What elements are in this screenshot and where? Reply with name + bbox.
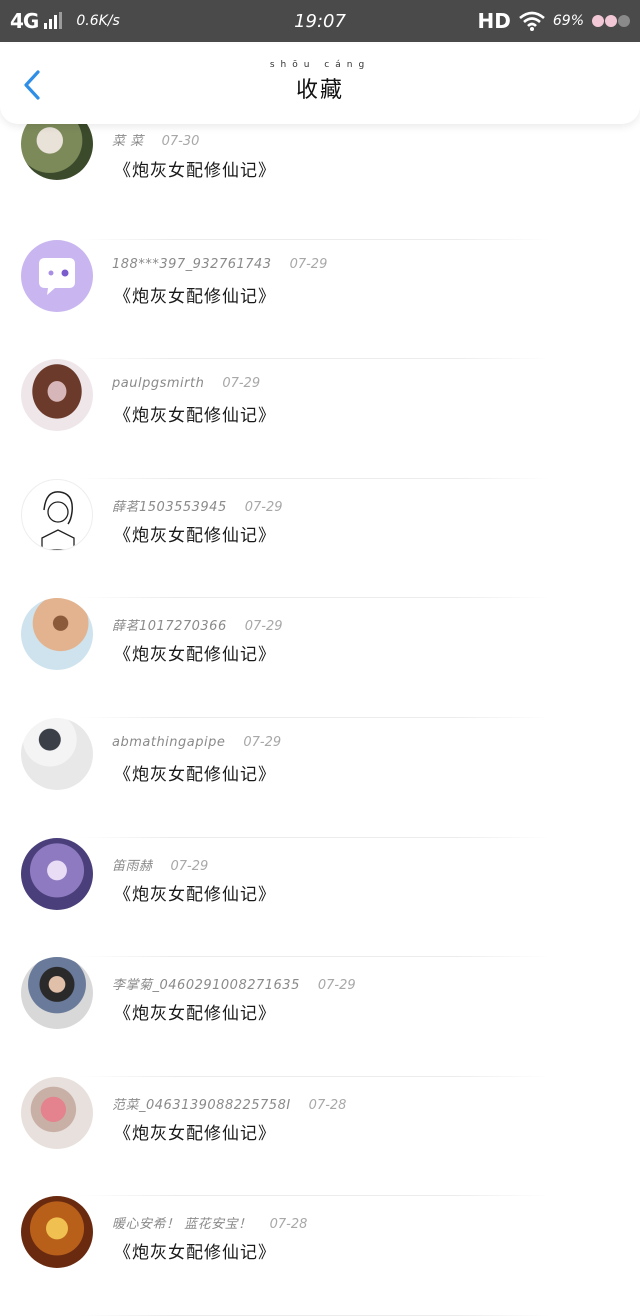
wifi-icon (519, 11, 545, 31)
date: 07-28 (308, 1097, 347, 1113)
date: 07-29 (289, 256, 328, 272)
username: 范菜_0463139088225758I (112, 1097, 291, 1113)
book-title[interactable]: 《炮灰女配修仙记》 (114, 401, 276, 426)
page-title-pinyin: shōu cáng (269, 60, 371, 70)
book-title[interactable]: 《炮灰女配修仙记》 (114, 880, 276, 905)
network-type: 4G (10, 9, 39, 33)
book-title[interactable]: 《炮灰女配修仙记》 (114, 156, 276, 181)
signal-icon (44, 12, 63, 29)
book-title[interactable]: 《炮灰女配修仙记》 (114, 521, 276, 546)
book-title[interactable]: 《炮灰女配修仙记》 (114, 999, 276, 1024)
avatar[interactable] (21, 598, 93, 671)
list-item[interactable]: 薛茗1503553945 07-29 《炮灰女配修仙记》 (0, 478, 640, 599)
avatar[interactable] (21, 957, 93, 1030)
date: 07-29 (244, 619, 283, 635)
status-bar: 4G 0.6K/s 19:07 HD 69% (0, 0, 640, 42)
username: 笛雨赫 (112, 858, 153, 874)
avatar[interactable] (21, 1076, 93, 1149)
list-item[interactable]: 笛雨赫 07-29 《炮灰女配修仙记》 (0, 837, 640, 958)
battery-face-icon (592, 15, 630, 27)
username: 薛茗1017270366 (112, 619, 227, 635)
hd-indicator: HD (477, 9, 511, 33)
list-item[interactable]: abmathingapipe 07-29 《炮灰女配修仙记》 (0, 717, 640, 838)
book-title[interactable]: 《炮灰女配修仙记》 (114, 1119, 276, 1144)
avatar[interactable] (21, 478, 93, 551)
date: 07-30 (161, 134, 200, 149)
book-title[interactable]: 《炮灰女配修仙记》 (114, 1238, 276, 1263)
avatar[interactable] (21, 359, 93, 432)
date: 07-29 (222, 376, 261, 392)
date: 07-29 (243, 734, 282, 750)
book-title[interactable]: 《炮灰女配修仙记》 (114, 640, 276, 665)
list-item[interactable]: 范菜_0463139088225758I 07-28 《炮灰女配修仙记》 (0, 1076, 640, 1197)
avatar[interactable] (21, 239, 93, 312)
username: 薛茗1503553945 (112, 499, 227, 515)
list-item[interactable]: paulpgsmirth 07-29 《炮灰女配修仙记》 (0, 359, 640, 479)
list-item[interactable]: 菜 菜 07-30 《炮灰女配修仙记》 (0, 108, 640, 240)
avatar[interactable] (21, 837, 93, 910)
top-bar: shōu cáng 收藏 (0, 44, 640, 124)
network-speed: 0.6K/s (76, 13, 120, 29)
date: 07-28 (269, 1217, 308, 1233)
username: 188***397_932761743 (112, 256, 272, 272)
date: 07-29 (244, 499, 283, 515)
avatar[interactable] (21, 717, 93, 790)
list-item[interactable]: 188***397_932761743 07-29 《炮灰女配修仙记》 (0, 239, 640, 360)
book-title[interactable]: 《炮灰女配修仙记》 (114, 760, 276, 785)
clock: 19:07 (294, 10, 346, 32)
date: 07-29 (317, 978, 356, 994)
battery-level: 69% (552, 13, 584, 29)
username: paulpgsmirth (112, 376, 205, 392)
date: 07-29 (170, 858, 209, 874)
sketch-portrait-icon (41, 490, 75, 550)
page-title: 收藏 (295, 78, 344, 103)
list-item[interactable]: 李掌菊_0460291008271635 07-29 《炮灰女配修仙记》 (0, 957, 640, 1077)
book-title[interactable]: 《炮灰女配修仙记》 (114, 282, 276, 307)
avatar[interactable] (21, 1196, 93, 1269)
list-item[interactable]: 薛茗1017270366 07-29 《炮灰女配修仙记》 (0, 598, 640, 718)
chat-bubble-icon (39, 257, 75, 295)
favorites-list: 菜 菜 07-30 《炮灰女配修仙记》 188***397_932761743 07… (0, 108, 640, 1316)
username: 菜 菜 (112, 134, 144, 149)
username: 暖心安希！ 蓝花安宝！ (112, 1217, 252, 1233)
username: 李掌菊_0460291008271635 (112, 978, 300, 994)
username: abmathingapipe (112, 734, 226, 750)
list-item[interactable]: 暖心安希！ 蓝花安宝！ 07-28 《炮灰女配修仙记》 (0, 1196, 640, 1316)
